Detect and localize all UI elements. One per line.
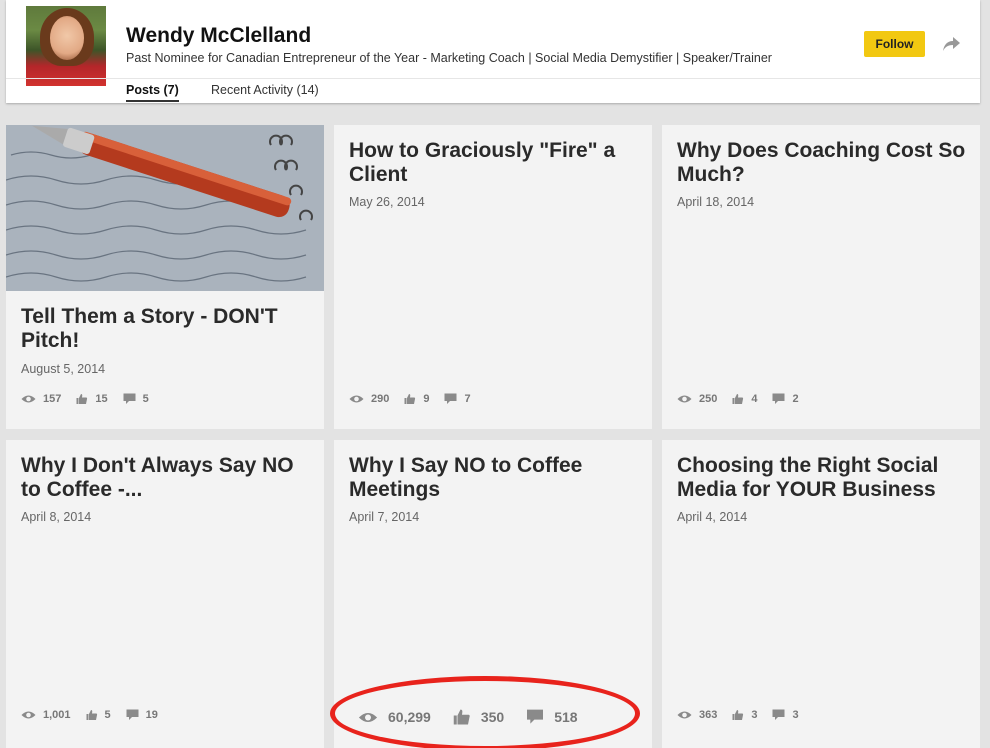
profile-headline: Past Nominee for Canadian Entrepreneur o… [126,51,772,65]
tab-posts[interactable]: Posts (7) [126,83,179,102]
thumbs-up-icon [404,394,416,404]
post-stats: 250 4 2 [677,393,814,405]
comment-icon [444,393,457,404]
likes-stat: 5 [86,709,111,721]
post-stats: 1,001 5 19 [21,709,173,721]
likes-count: 3 [751,709,758,721]
post-stats: 290 9 7 [349,393,486,405]
post-card[interactable]: How to Graciously "Fire" a Client May 26… [334,125,652,429]
views-stat: 250 [677,393,717,405]
comment-icon [126,709,139,720]
comments-stat: 5 [123,393,149,405]
comments-stat: 19 [126,709,158,721]
tab-recent-activity[interactable]: Recent Activity (14) [211,83,319,100]
avatar[interactable] [26,6,106,86]
highlight-annotation [330,676,640,748]
likes-count: 15 [95,393,108,405]
views-stat: 290 [349,393,389,405]
share-icon[interactable] [941,35,961,53]
thumbs-up-icon [76,394,88,404]
post-date: April 4, 2014 [677,510,748,524]
views-count: 157 [43,393,62,405]
comments-stat: 3 [772,709,799,721]
likes-stat: 15 [76,393,108,405]
thumbs-up-icon [86,710,97,720]
views-count: 250 [699,393,718,405]
thumbs-up-icon [732,710,744,720]
post-title[interactable]: How to Graciously "Fire" a Client [349,139,641,187]
post-date: April 8, 2014 [21,510,92,524]
comments-count: 7 [464,393,471,405]
post-stats: 157 15 5 [21,393,164,405]
comments-count: 5 [142,393,149,405]
post-card[interactable]: Tell Them a Story - DON'T Pitch! August … [6,125,324,429]
likes-stat: 3 [732,709,757,721]
post-title[interactable]: Why I Say NO to Coffee Meetings [349,454,641,502]
tabs-divider [6,78,980,79]
comments-stat: 7 [444,393,471,405]
likes-count: 9 [423,393,430,405]
likes-count: 4 [751,393,758,405]
post-title[interactable]: Choosing the Right Social Media for YOUR… [677,454,969,502]
post-title[interactable]: Why Does Coaching Cost So Much? [677,139,969,187]
views-count: 290 [371,393,390,405]
views-count: 1,001 [43,709,71,721]
post-date: May 26, 2014 [349,195,425,209]
comment-icon [772,709,785,720]
comment-icon [123,393,136,404]
post-card[interactable]: Choosing the Right Social Media for YOUR… [662,440,980,748]
post-card[interactable]: Why I Don't Always Say NO to Coffee -...… [6,440,324,748]
comments-count: 3 [792,709,799,721]
eye-icon [677,395,692,403]
follow-button[interactable]: Follow [864,31,925,57]
comments-stat: 2 [772,393,799,405]
post-date: April 18, 2014 [677,195,755,209]
thumbs-up-icon [732,394,744,404]
likes-stat: 4 [732,393,757,405]
comments-count: 2 [792,393,799,405]
comments-count: 19 [145,709,158,721]
eye-icon [21,711,36,719]
comment-icon [772,393,785,404]
likes-stat: 9 [404,393,429,405]
post-date: April 7, 2014 [349,510,420,524]
post-thumbnail[interactable] [6,125,324,291]
post-title[interactable]: Why I Don't Always Say NO to Coffee -... [21,454,313,502]
post-stats: 363 3 3 [677,709,814,721]
post-date: August 5, 2014 [21,362,106,376]
post-title[interactable]: Tell Them a Story - DON'T Pitch! [21,305,313,353]
post-card[interactable]: Why Does Coaching Cost So Much? April 18… [662,125,980,429]
views-stat: 363 [677,709,717,721]
likes-count: 5 [104,709,111,721]
profile-header: Wendy McClelland Past Nominee for Canadi… [6,0,980,103]
views-stat: 1,001 [21,709,71,721]
eye-icon [349,395,364,403]
profile-name[interactable]: Wendy McClelland [126,24,311,48]
views-count: 363 [699,709,718,721]
eye-icon [21,395,36,403]
eye-icon [677,711,692,719]
views-stat: 157 [21,393,61,405]
